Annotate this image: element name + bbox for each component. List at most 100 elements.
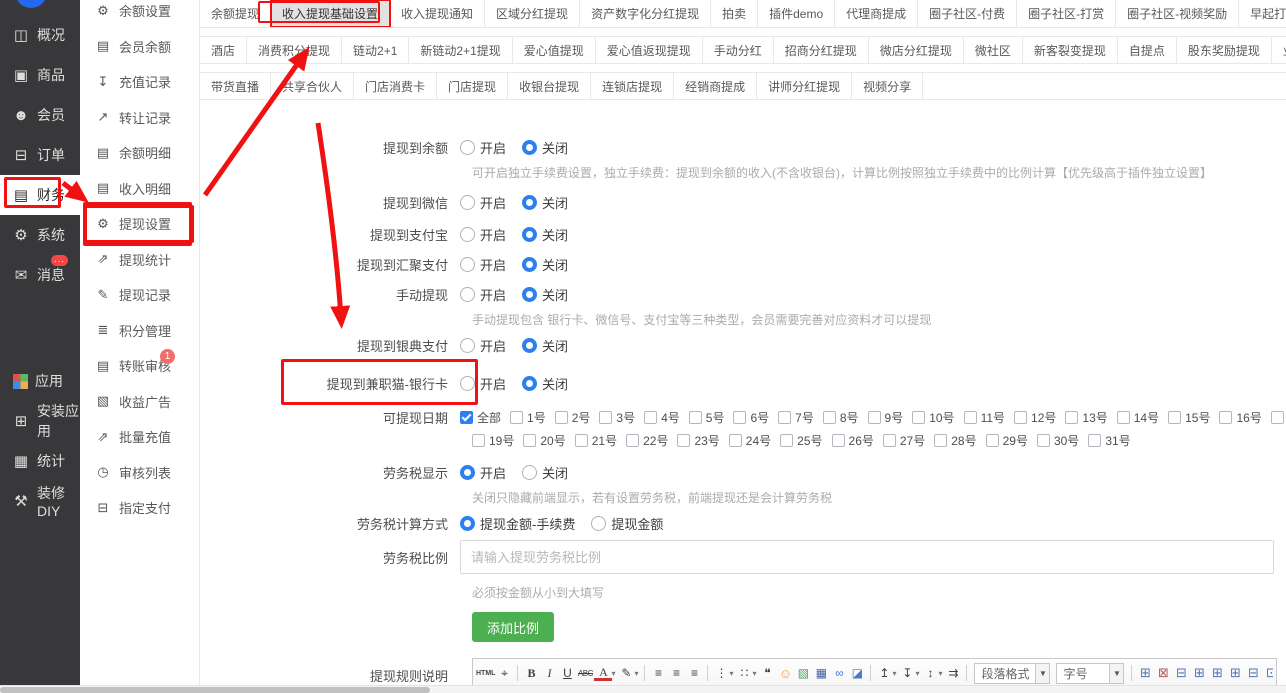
preview-icon[interactable]: ⌖ [495, 663, 513, 683]
day-checkbox[interactable]: 31号 [1088, 432, 1130, 449]
tab-item[interactable]: 门店消费卡 [354, 73, 437, 99]
submenu-item[interactable]: ≣ 积分管理 [80, 313, 199, 349]
tab-item[interactable]: 经销商提成 [674, 73, 757, 99]
day-checkbox[interactable]: 7号 [778, 409, 814, 426]
eraser-icon[interactable]: ◪ [848, 663, 866, 683]
submenu-item[interactable]: ↧ 充值记录 [80, 64, 199, 100]
submenu-item[interactable]: ✎ 提现记录 [80, 277, 199, 313]
sidebar-item[interactable]: ▤ 财务 [0, 175, 80, 215]
radio-option-on[interactable]: 开启 [460, 336, 506, 355]
day-checkbox[interactable]: 22号 [626, 432, 668, 449]
caret-icon[interactable]: ▾ [632, 663, 640, 683]
tax-ratio-input[interactable] [460, 540, 1274, 574]
submenu-item[interactable]: ↗ 转让记录 [80, 100, 199, 136]
tab-item[interactable]: 圈子社区-打赏 [1017, 0, 1116, 27]
tab-item[interactable]: 代理商提成 [835, 0, 918, 27]
sidebar-item[interactable]: 应用 [0, 361, 80, 401]
day-checkbox[interactable]: 12号 [1014, 409, 1056, 426]
tab-item[interactable]: 收入提现基础设置 [271, 0, 390, 27]
day-checkbox[interactable]: 2号 [555, 409, 591, 426]
tab-item[interactable]: 资产数字化分红提现 [580, 0, 711, 27]
sidebar-item[interactable]: ☻ 会员 [0, 95, 80, 135]
divider-icon[interactable] [644, 665, 645, 681]
tab-item[interactable]: 微社区 [964, 37, 1023, 63]
split-cell-icon[interactable]: ⊟ [1244, 663, 1262, 683]
day-checkbox[interactable]: 5号 [689, 409, 725, 426]
tab-item[interactable]: 股东奖励提现 [1177, 37, 1272, 63]
tab-item[interactable]: 爱心值返现提现 [596, 37, 703, 63]
insert-col-icon[interactable]: ⊞ [1208, 663, 1226, 683]
sidebar-item[interactable]: ✉ 消息 ... [0, 255, 80, 295]
sidebar-item[interactable]: ⊞ 安装应用 [0, 401, 80, 441]
font-size-select[interactable]: 字号 ▼ [1056, 663, 1124, 684]
day-checkbox[interactable]: 28号 [934, 432, 976, 449]
tab-item[interactable]: 酒店 [200, 37, 247, 63]
submenu-item[interactable]: ⚙ 余额设置 [80, 0, 199, 29]
caret-icon[interactable]: ▾ [890, 663, 898, 683]
insert-row-icon[interactable]: ⊞ [1190, 663, 1208, 683]
align-center-icon[interactable]: ≡ [667, 663, 685, 683]
tab-item[interactable]: 消费积分提现 [247, 37, 342, 63]
day-checkbox[interactable]: 13号 [1065, 409, 1107, 426]
day-checkbox[interactable]: 6号 [733, 409, 769, 426]
day-checkbox[interactable]: 15号 [1168, 409, 1210, 426]
radio-option-on[interactable]: 开启 [460, 255, 506, 274]
day-checkbox[interactable]: 24号 [729, 432, 771, 449]
horizontal-scrollbar-thumb[interactable] [0, 687, 430, 693]
tab-item[interactable]: 新客裂变提现 [1023, 37, 1118, 63]
delete-table-icon[interactable]: ⊠ [1154, 663, 1172, 683]
strikethrough-icon[interactable]: ABC [576, 663, 594, 683]
radio-option-off[interactable]: 关闭 [522, 138, 568, 157]
submenu-item[interactable]: ▤ 会员余额 [80, 29, 199, 65]
radio-option-off[interactable]: 关闭 [522, 463, 568, 482]
day-checkbox[interactable]: 20号 [523, 432, 565, 449]
link-icon[interactable]: ∞ [830, 663, 848, 683]
radio-option-off[interactable]: 关闭 [522, 225, 568, 244]
table-full-icon[interactable]: ⊡ [1262, 663, 1273, 683]
insert-title-icon[interactable]: ⊟ [1172, 663, 1190, 683]
day-checkbox[interactable]: 4号 [644, 409, 680, 426]
tab-item[interactable]: 门店提现 [437, 73, 508, 99]
insert-image-icon[interactable]: ▧ [794, 663, 812, 683]
tab-item[interactable]: 手动分红 [703, 37, 774, 63]
sidebar-item[interactable]: ⊟ 订单 [0, 135, 80, 175]
add-ratio-button[interactable]: 添加比例 [472, 612, 554, 642]
align-left-icon[interactable]: ≡ [649, 663, 667, 683]
sidebar-item[interactable]: ◫ 概况 [0, 15, 80, 55]
tab-item[interactable]: 区域分红提现 [485, 0, 580, 27]
tab-item[interactable]: 自提点 [1118, 37, 1177, 63]
radio-option-on[interactable]: 开启 [460, 225, 506, 244]
tab-item[interactable]: 爱心值提现 [513, 37, 596, 63]
day-checkbox[interactable]: 10号 [912, 409, 954, 426]
tab-item[interactable]: 插件demo [758, 0, 835, 27]
divider-icon[interactable] [870, 665, 871, 681]
submenu-item[interactable]: ⇗ 提现统计 [80, 242, 199, 278]
insert-table-icon[interactable]: ⊞ [1136, 663, 1154, 683]
sidebar-item[interactable]: ⚒ 装修DIY [0, 481, 80, 521]
radio-option-off[interactable]: 关闭 [522, 193, 568, 212]
blockquote-icon[interactable]: ❝ [758, 663, 776, 683]
radio-option-on[interactable]: 开启 [460, 193, 506, 212]
tab-item[interactable]: 拍卖 [711, 0, 758, 27]
day-checkbox[interactable]: 3号 [599, 409, 635, 426]
radio-option-off[interactable]: 关闭 [522, 285, 568, 304]
indent-icon[interactable]: ⇉ [944, 663, 962, 683]
day-checkbox[interactable]: 30号 [1037, 432, 1079, 449]
radio-option-on[interactable]: 开启 [460, 285, 506, 304]
merge-cells-icon[interactable]: ⊞ [1226, 663, 1244, 683]
tab-item[interactable]: 带货直播 [200, 73, 271, 99]
tab-item[interactable]: 招商分红提现 [774, 37, 869, 63]
day-checkbox[interactable]: 14号 [1117, 409, 1159, 426]
bold-icon[interactable]: B [522, 663, 540, 683]
submenu-item[interactable]: ⚙ 提现设置 [80, 206, 199, 242]
day-checkbox[interactable]: 26号 [832, 432, 874, 449]
radio-option-on[interactable]: 开启 [460, 138, 506, 157]
radio-option-off[interactable]: 关闭 [522, 255, 568, 274]
day-checkbox[interactable]: 21号 [575, 432, 617, 449]
divider-icon[interactable] [707, 665, 708, 681]
day-checkbox[interactable]: 17号 [1271, 409, 1286, 426]
day-checkbox[interactable]: 1号 [510, 409, 546, 426]
caret-icon[interactable]: ▾ [936, 663, 944, 683]
sidebar-item[interactable]: ▦ 统计 [0, 441, 80, 481]
tab-item[interactable]: 收银台提现 [508, 73, 591, 99]
